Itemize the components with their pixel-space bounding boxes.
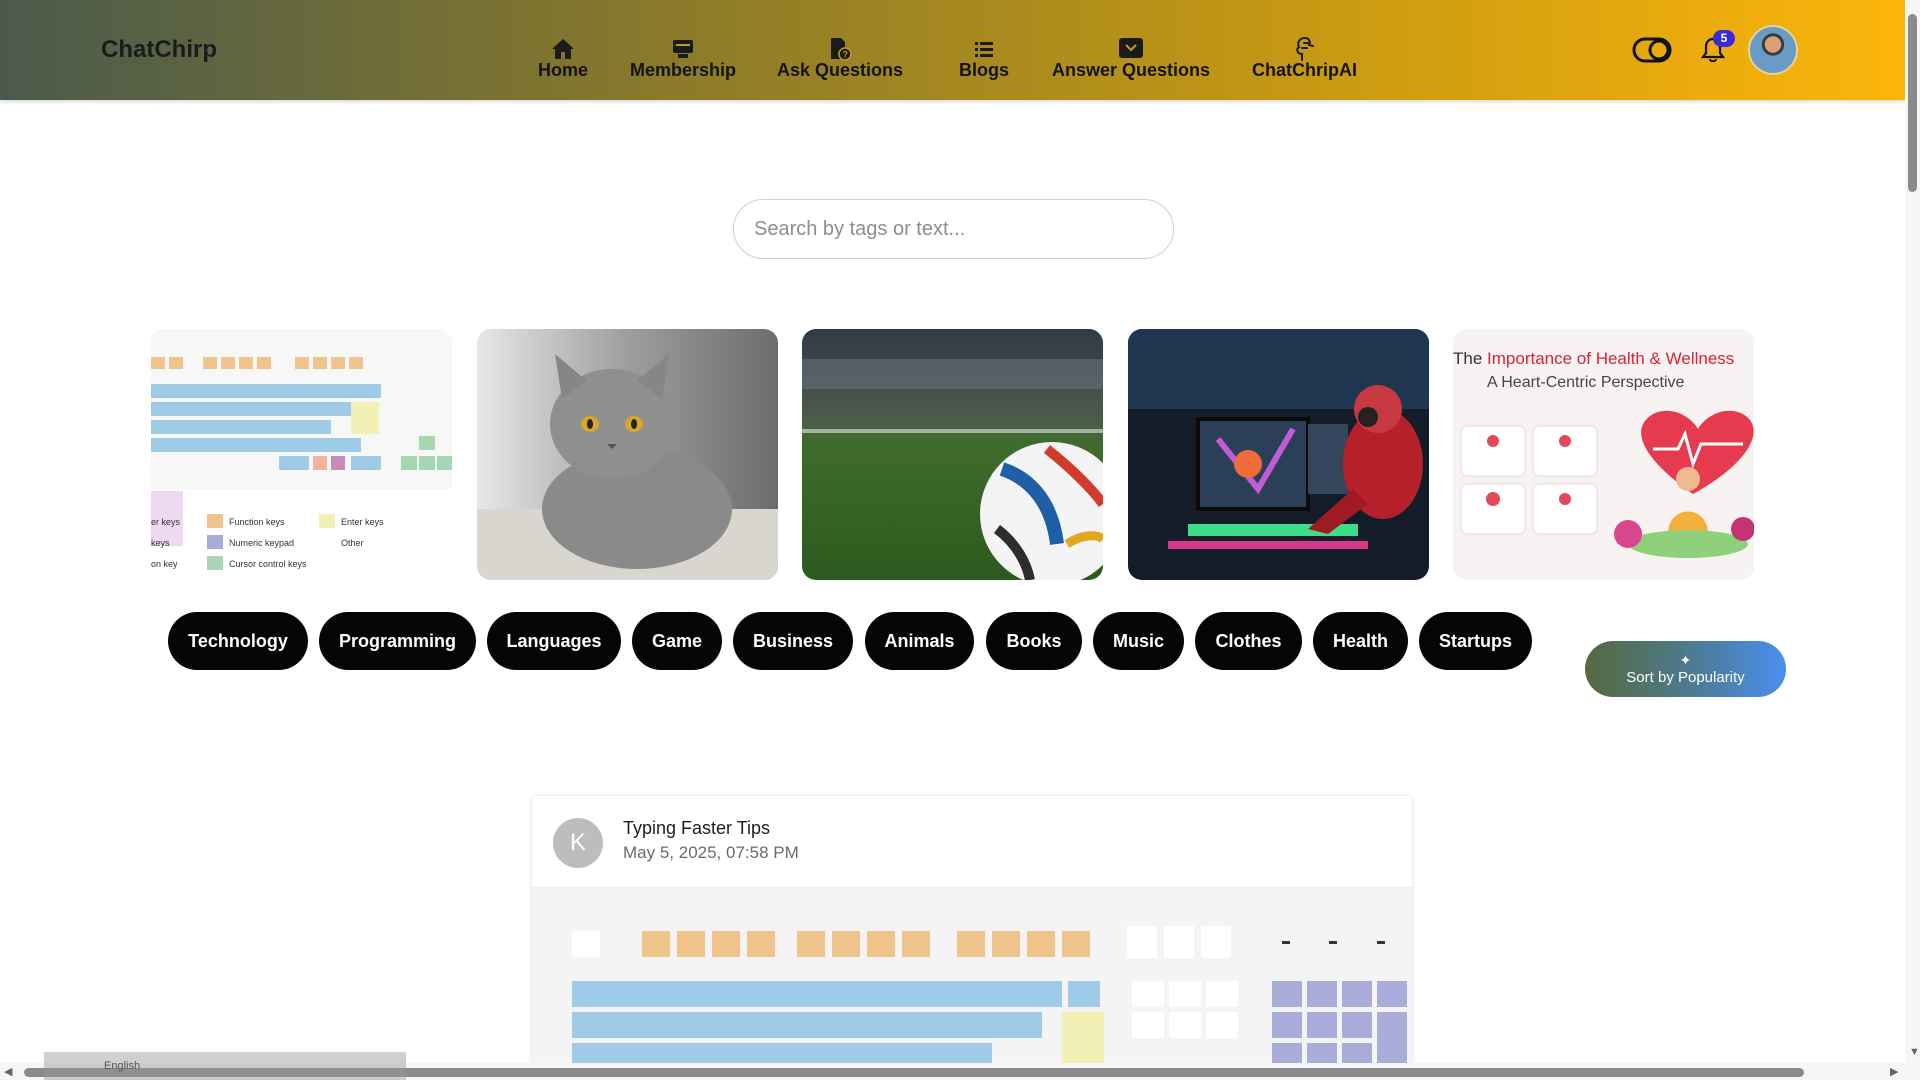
keyboard-diagram-image [532, 886, 1412, 1080]
carousel-card-soccer[interactable] [802, 329, 1103, 580]
scroll-right-arrow-icon[interactable]: ▶ [1890, 1065, 1898, 1078]
tag-startups[interactable]: Startups [1419, 612, 1532, 670]
sparkle-icon: ✦ [1679, 651, 1692, 668]
search-input[interactable] [733, 199, 1174, 259]
sort-by-popularity-button[interactable]: ✦ Sort by Popularity [1585, 641, 1786, 697]
taskbar-language: English [104, 1060, 141, 1072]
post-title[interactable]: Typing Faster Tips [623, 818, 770, 839]
nav-answer-questions[interactable]: Answer Questions [1052, 36, 1210, 81]
cat-image [477, 329, 778, 580]
nav-blogs-label: Blogs [959, 60, 1010, 80]
svg-text:Function keys: Function keys [229, 517, 285, 527]
tag-game[interactable]: Game [632, 612, 722, 670]
carousel-card-keyboard[interactable]: Function keys Enter keys Numeric keypad … [151, 329, 452, 580]
tag-clothes[interactable]: Clothes [1195, 612, 1302, 670]
nav-ai-label: ChatChripAI [1252, 60, 1357, 80]
nav-home[interactable]: Home [538, 36, 588, 81]
tag-music[interactable]: Music [1093, 612, 1184, 670]
page: ChatChirp Home Membership ? Ask Question… [0, 0, 1920, 1080]
post-card[interactable]: K Typing Faster Tips May 5, 2025, 07:58 … [532, 796, 1412, 1080]
tag-programming[interactable]: Programming [319, 612, 476, 670]
svg-text:Numeric keypad: Numeric keypad [229, 538, 294, 548]
nav-membership[interactable]: Membership [630, 36, 736, 81]
nav-chatchripai[interactable]: ChatChripAI [1252, 36, 1357, 81]
post-image [532, 886, 1412, 1080]
tag-health[interactable]: Health [1313, 612, 1408, 670]
carousel-card-cat[interactable] [477, 329, 778, 580]
theme-toggle-icon[interactable] [1632, 37, 1672, 63]
keyboard-image: Function keys Enter keys Numeric keypad … [151, 329, 452, 580]
health-wellness-image: The Importance of Health & Wellness A He… [1453, 329, 1754, 580]
tag-technology[interactable]: Technology [168, 612, 308, 670]
nav-home-label: Home [538, 60, 589, 80]
svg-text:Enter keys: Enter keys [341, 517, 384, 527]
carousel-card-health[interactable]: The Importance of Health & Wellness A He… [1453, 329, 1754, 580]
nav-membership-label: Membership [630, 60, 737, 80]
tag-business[interactable]: Business [733, 612, 853, 670]
scroll-down-arrow-icon[interactable]: ▼ [1909, 1046, 1920, 1058]
tag-animals[interactable]: Animals [865, 612, 974, 670]
main-nav: Home Membership ? Ask Questions Blogs An… [0, 0, 1905, 100]
post-author-avatar[interactable]: K [553, 818, 603, 868]
tag-books[interactable]: Books [986, 612, 1082, 670]
membership-icon [670, 36, 696, 62]
sort-label: Sort by Popularity [1626, 668, 1745, 686]
carousel-card-gamer[interactable] [1128, 329, 1429, 580]
gamer-image [1128, 329, 1429, 580]
nav-answer-label: Answer Questions [1052, 60, 1211, 80]
user-avatar[interactable] [1748, 25, 1798, 75]
svg-text:?: ? [843, 50, 849, 60]
scroll-left-arrow-icon[interactable]: ◀ [4, 1065, 12, 1078]
svg-text:Cursor control keys: Cursor control keys [229, 559, 307, 569]
vertical-scrollbar-thumb[interactable] [1908, 14, 1917, 192]
ask-icon: ? [827, 36, 853, 62]
ai-icon [1292, 36, 1318, 62]
svg-text:er keys: er keys [151, 517, 181, 527]
top-navbar: ChatChirp Home Membership ? Ask Question… [0, 0, 1905, 100]
home-icon [550, 36, 576, 62]
svg-text:A Heart-Centric Perspective: A Heart-Centric Perspective [1487, 374, 1685, 391]
soccer-ball-image [802, 329, 1103, 580]
post-date: May 5, 2025, 07:58 PM [623, 843, 799, 862]
nav-ask-questions[interactable]: ? Ask Questions [777, 36, 903, 81]
answer-icon [1118, 36, 1144, 62]
svg-text:on key: on key [151, 559, 178, 569]
blogs-icon [971, 36, 997, 62]
svg-text:keys: keys [151, 538, 170, 548]
svg-text:The Importance of Health & Wel: The Importance of Health & Wellness [1453, 349, 1734, 368]
taskbar-overlay: English [44, 1052, 406, 1080]
nav-ask-label: Ask Questions [777, 60, 904, 80]
svg-text:Other: Other [341, 538, 364, 548]
notification-badge: 5 [1713, 30, 1735, 47]
nav-blogs[interactable]: Blogs [959, 36, 1009, 81]
tag-languages[interactable]: Languages [487, 612, 621, 670]
